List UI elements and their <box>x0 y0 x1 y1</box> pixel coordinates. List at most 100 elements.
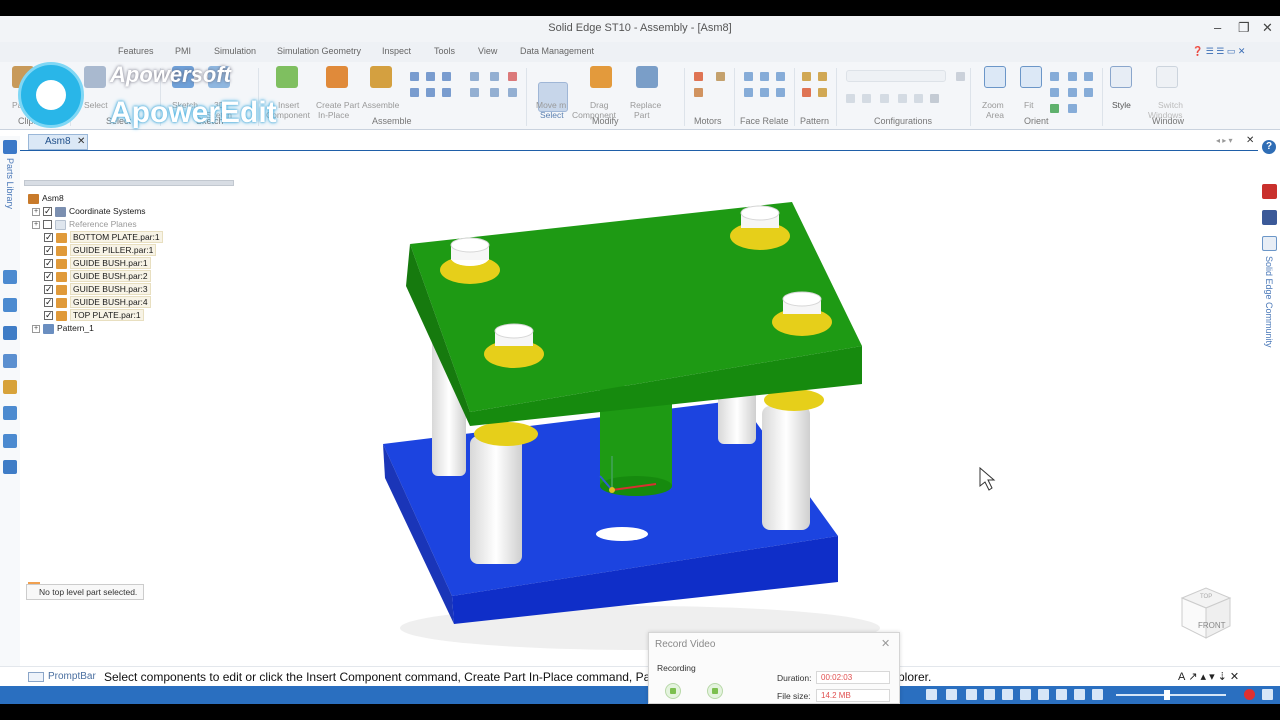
grid-icon[interactable] <box>1262 689 1273 700</box>
motor-icon[interactable] <box>716 72 725 81</box>
drag-component-icon[interactable] <box>590 66 612 88</box>
parts-library-label[interactable]: Parts Library <box>5 158 15 209</box>
view-tool-icon[interactable] <box>1038 689 1049 700</box>
config-icon[interactable] <box>880 94 889 103</box>
menu-features[interactable]: Features <box>118 46 154 56</box>
visibility-checkbox[interactable] <box>44 270 53 283</box>
zoom-area-icon[interactable] <box>984 66 1006 88</box>
motor-icon[interactable] <box>694 72 703 81</box>
tool-icon[interactable] <box>470 88 479 97</box>
view-cube[interactable]: FRONT TOP <box>1176 580 1234 640</box>
visibility-checkbox[interactable] <box>43 220 52 230</box>
tree-item[interactable]: GUIDE BUSH.par:4 <box>44 296 151 309</box>
create-part-icon[interactable] <box>326 66 348 88</box>
community-icon[interactable] <box>1262 236 1277 251</box>
select-icon[interactable] <box>84 66 106 88</box>
orient-icon[interactable] <box>1068 72 1077 81</box>
promptbar-icon[interactable] <box>28 672 44 682</box>
minimize-button[interactable]: – <box>1214 20 1221 35</box>
pattern-icon[interactable] <box>818 88 827 97</box>
visibility-checkbox[interactable] <box>43 205 52 218</box>
tree-item[interactable]: TOP PLATE.par:1 <box>44 309 144 322</box>
ribbon-options-icons[interactable]: ❓ ☰ ☰ ▭ ✕ <box>1192 46 1245 57</box>
config-icon[interactable] <box>930 94 939 103</box>
replace-part-icon[interactable] <box>636 66 658 88</box>
orient-icon[interactable] <box>1050 72 1059 81</box>
relationships-icon[interactable] <box>3 460 17 474</box>
expand-icon[interactable]: + <box>32 220 40 229</box>
tool-icon[interactable] <box>470 72 479 81</box>
menu-view[interactable]: View <box>478 46 497 56</box>
close-tab-icon[interactable]: ✕ <box>77 135 85 149</box>
view-tool-icon[interactable] <box>1074 689 1085 700</box>
visibility-checkbox[interactable] <box>44 244 53 257</box>
close-doc-icon[interactable]: ✕ <box>1246 135 1254 146</box>
tool-icon[interactable] <box>442 88 451 97</box>
orient-icon[interactable] <box>1050 104 1059 113</box>
record-stop-icon[interactable] <box>1244 689 1255 700</box>
menu-data-management[interactable]: Data Management <box>520 46 594 56</box>
pattern-icon[interactable] <box>818 72 827 81</box>
pathfinder-icon[interactable] <box>3 270 17 284</box>
promptbar-label[interactable]: PromptBar <box>48 671 96 682</box>
visibility-checkbox[interactable] <box>44 283 53 296</box>
menu-pmi[interactable]: PMI <box>175 46 191 56</box>
menu-simulation-geometry[interactable]: Simulation Geometry <box>277 46 361 56</box>
tree-item[interactable]: + Reference Planes <box>32 218 137 231</box>
record-close-icon[interactable]: ✕ <box>881 637 890 650</box>
youtube-icon[interactable] <box>1262 184 1277 199</box>
variables-icon[interactable] <box>3 406 17 420</box>
config-icon[interactable] <box>846 94 855 103</box>
config-icon[interactable] <box>898 94 907 103</box>
switch-windows-icon[interactable] <box>1156 66 1178 88</box>
motor-icon[interactable] <box>694 88 703 97</box>
tool-icon[interactable] <box>426 88 435 97</box>
zoom-slider-thumb[interactable] <box>1164 690 1170 700</box>
appearance-icon[interactable] <box>3 380 17 394</box>
face-relate-icon[interactable] <box>776 88 785 97</box>
view-tool-icon[interactable] <box>984 689 995 700</box>
tree-item[interactable]: GUIDE BUSH.par:2 <box>44 270 151 283</box>
tree-item[interactable]: GUIDE PILLER.par:1 <box>44 244 157 257</box>
visibility-checkbox[interactable] <box>44 309 53 322</box>
family-icon[interactable] <box>3 354 17 368</box>
orient-icon[interactable] <box>1068 88 1077 97</box>
insert-component-icon[interactable] <box>276 66 298 88</box>
tool-icon[interactable] <box>508 72 517 81</box>
maximize-button[interactable]: ❐ <box>1238 20 1250 36</box>
view-tool-icon[interactable] <box>926 689 937 700</box>
facebook-icon[interactable] <box>1262 210 1277 225</box>
visibility-checkbox[interactable] <box>44 257 53 270</box>
expand-icon[interactable]: + <box>32 207 40 216</box>
tree-item[interactable]: BOTTOM PLATE.par:1 <box>44 231 163 244</box>
tree-item[interactable]: GUIDE BUSH.par:3 <box>44 283 151 296</box>
community-label[interactable]: Solid Edge Community <box>1264 256 1274 348</box>
tool-icon[interactable] <box>508 88 517 97</box>
tool-icon[interactable] <box>410 72 419 81</box>
orient-icon[interactable] <box>1084 88 1093 97</box>
visibility-checkbox[interactable] <box>44 231 53 244</box>
pattern-icon[interactable] <box>802 88 811 97</box>
expand-icon[interactable]: + <box>32 324 40 333</box>
menu-inspect[interactable]: Inspect <box>382 46 411 56</box>
pause-button[interactable] <box>665 683 681 699</box>
view-tool-icon[interactable] <box>1056 689 1067 700</box>
face-relate-icon[interactable] <box>776 72 785 81</box>
promptbar-tools-icon[interactable]: A↗▴▾⇣✕ <box>1178 670 1242 683</box>
face-relate-icon[interactable] <box>744 72 753 81</box>
orient-icon[interactable] <box>1050 88 1059 97</box>
tab-scroll-icon[interactable]: ◂ ▸ ▾ <box>1216 136 1233 145</box>
fit-icon[interactable] <box>1020 66 1042 88</box>
sensors-icon[interactable] <box>3 326 17 340</box>
model-viewport[interactable] <box>250 156 1240 676</box>
style-icon[interactable] <box>1110 66 1132 88</box>
assemble-icon[interactable] <box>370 66 392 88</box>
tree-splitter[interactable] <box>24 180 234 186</box>
tree-item[interactable]: + Pattern_1 <box>32 322 94 335</box>
layers-icon[interactable] <box>3 298 17 312</box>
configuration-select[interactable] <box>846 70 946 82</box>
orient-icon[interactable] <box>1068 104 1077 113</box>
view-tool-icon[interactable] <box>1020 689 1031 700</box>
view-tool-icon[interactable] <box>1002 689 1013 700</box>
face-relate-icon[interactable] <box>760 72 769 81</box>
